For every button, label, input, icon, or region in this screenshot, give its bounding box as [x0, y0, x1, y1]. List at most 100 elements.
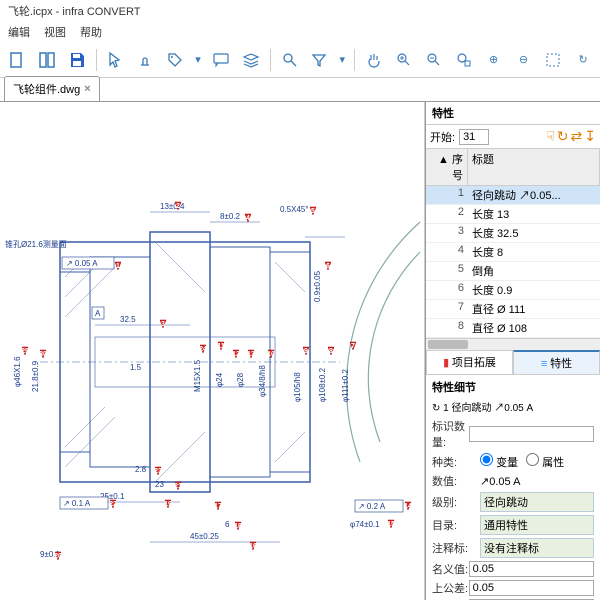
start-input[interactable] — [459, 129, 489, 145]
svg-text:24: 24 — [199, 346, 207, 353]
drawing-canvas[interactable]: 13±0.4 8±0.2 0.5X45° 0.9±0.05 ↗ 0.05 A 锥… — [0, 102, 425, 600]
svg-text:φ108±0.2: φ108±0.2 — [318, 367, 327, 402]
new-icon[interactable] — [4, 47, 30, 73]
zoom-fit-icon[interactable] — [540, 47, 566, 73]
menu-bar: 编辑 视图 帮助 — [0, 22, 600, 42]
svg-text:17: 17 — [214, 503, 222, 510]
start-label: 开始: — [430, 129, 455, 145]
svg-text:7: 7 — [351, 343, 355, 350]
sort-icon[interactable]: ↧ — [584, 128, 596, 145]
reverse-icon[interactable]: ⇄ — [571, 128, 583, 145]
svg-text:9: 9 — [304, 348, 308, 355]
svg-text:φ105/h8: φ105/h8 — [293, 372, 302, 402]
comment-icon[interactable] — [208, 47, 234, 73]
svg-text:45±0.25: 45±0.25 — [190, 532, 219, 541]
detail-heading: 特性细节 — [432, 379, 594, 395]
list-item: 4长度 8 — [426, 243, 600, 262]
svg-text:0.9±0.05: 0.9±0.05 — [313, 270, 322, 302]
chevron-down-icon[interactable]: ▾ — [192, 47, 204, 73]
tab-bar: 飞轮组件.dwg × — [0, 78, 600, 102]
svg-text:8: 8 — [329, 348, 333, 355]
svg-text:14: 14 — [404, 503, 412, 510]
svg-text:6: 6 — [326, 263, 330, 270]
svg-text:23: 23 — [154, 468, 162, 475]
tag-icon[interactable] — [162, 47, 188, 73]
catalog-select[interactable]: 通用特性 — [480, 515, 594, 535]
list-item: 8直径 Ø 108 — [426, 319, 600, 338]
detail-label: ↻ 1 径向跳动 ↗0.05 A — [432, 399, 594, 414]
svg-text:1: 1 — [116, 263, 120, 270]
filter-icon[interactable] — [307, 47, 333, 73]
zoom-out-icon[interactable] — [421, 47, 447, 73]
svg-text:18: 18 — [234, 523, 242, 530]
list-item: 7直径 Ø 111 — [426, 300, 600, 319]
svg-text:8±0.2: 8±0.2 — [220, 212, 241, 221]
svg-text:1.5: 1.5 — [130, 363, 142, 372]
refresh-icon[interactable]: ↻ — [570, 47, 596, 73]
save-icon[interactable] — [64, 47, 90, 73]
pointer-icon[interactable] — [103, 47, 129, 73]
svg-text:φ34/8/h8: φ34/8/h8 — [258, 365, 267, 397]
properties-panel: 特性 开始: ☟ ↻ ⇄ ↧ ▲ 序号 标题 1径向跳动 ↗0.05... 2长… — [425, 102, 600, 600]
class-select[interactable]: 径向跳动 — [480, 492, 594, 512]
zoom-plus-icon[interactable]: ⊕ — [481, 47, 507, 73]
open-icon[interactable] — [34, 47, 60, 73]
svg-text:20: 20 — [54, 553, 62, 560]
tab-extend[interactable]: ▮ 项目拓展 — [426, 350, 513, 375]
radio-attribute[interactable]: 属性 — [526, 453, 564, 470]
svg-text:13±0.4: 13±0.4 — [160, 202, 185, 211]
list-item: 5倒角 — [426, 262, 600, 281]
svg-text:19: 19 — [164, 501, 172, 508]
svg-text:0.5X45°: 0.5X45° — [280, 205, 309, 214]
svg-text:13: 13 — [247, 351, 255, 358]
list-item: 2长度 13 — [426, 205, 600, 224]
panel-title: 特性 — [426, 102, 600, 125]
redo-icon[interactable]: ↻ — [557, 128, 569, 145]
list-item: 3长度 32.5 — [426, 224, 600, 243]
list-item: 1径向跳动 ↗0.05... — [426, 186, 600, 205]
radio-variable[interactable]: 变量 — [480, 453, 518, 470]
svg-text:30: 30 — [39, 351, 47, 358]
nominal-input[interactable] — [469, 561, 594, 577]
hand-icon[interactable]: ☟ — [546, 128, 555, 145]
svg-text:6: 6 — [225, 520, 230, 529]
menu-view[interactable]: 视图 — [44, 24, 66, 40]
svg-text:11: 11 — [217, 343, 225, 350]
tab-label: 飞轮组件.dwg — [13, 81, 80, 97]
zoom-window-icon[interactable] — [451, 47, 477, 73]
layers-icon[interactable] — [238, 47, 264, 73]
detail-pane: 特性细节 ↻ 1 径向跳动 ↗0.05 A 标识数量: 种类: 变量 属性 数值… — [426, 375, 600, 600]
h-scrollbar[interactable] — [426, 338, 600, 350]
mark-input[interactable] — [469, 426, 594, 442]
svg-text:10: 10 — [267, 351, 275, 358]
feature-list[interactable]: 1径向跳动 ↗0.05... 2长度 13 3长度 32.5 4长度 8 5倒角… — [426, 186, 600, 338]
tab-properties[interactable]: ≡ 特性 — [513, 350, 600, 375]
menu-edit[interactable]: 编辑 — [8, 24, 30, 40]
svg-text:3: 3 — [161, 321, 165, 328]
svg-text:M15X1.5: M15X1.5 — [193, 359, 202, 392]
svg-text:22: 22 — [109, 501, 117, 508]
svg-text:23: 23 — [155, 480, 164, 489]
toolbar: ▾ ▾ ⊕ ⊖ ↻ — [0, 42, 600, 78]
chevron-down-icon[interactable]: ▾ — [336, 47, 348, 73]
svg-text:φ111±0.2: φ111±0.2 — [341, 369, 350, 402]
svg-text:φ24: φ24 — [215, 372, 224, 387]
svg-text:↗ 0.1 A: ↗ 0.1 A — [63, 499, 91, 508]
svg-text:16: 16 — [249, 543, 257, 550]
svg-text:32.5: 32.5 — [120, 315, 136, 324]
close-icon[interactable]: × — [84, 83, 90, 95]
svg-text:12: 12 — [232, 351, 240, 358]
upper-input[interactable] — [469, 580, 594, 596]
document-tab[interactable]: 飞轮组件.dwg × — [4, 76, 100, 101]
pan-icon[interactable] — [361, 47, 387, 73]
search-icon[interactable] — [277, 47, 303, 73]
svg-text:2: 2 — [176, 203, 180, 210]
menu-help[interactable]: 帮助 — [80, 24, 102, 40]
svg-text:4: 4 — [246, 215, 250, 222]
svg-text:φ28: φ28 — [236, 372, 245, 387]
zoom-in-icon[interactable] — [391, 47, 417, 73]
svg-text:15: 15 — [387, 521, 395, 528]
annot-select[interactable]: 没有注释标 — [480, 538, 594, 558]
zoom-minus-icon[interactable]: ⊖ — [511, 47, 537, 73]
stamp-icon[interactable] — [132, 47, 158, 73]
